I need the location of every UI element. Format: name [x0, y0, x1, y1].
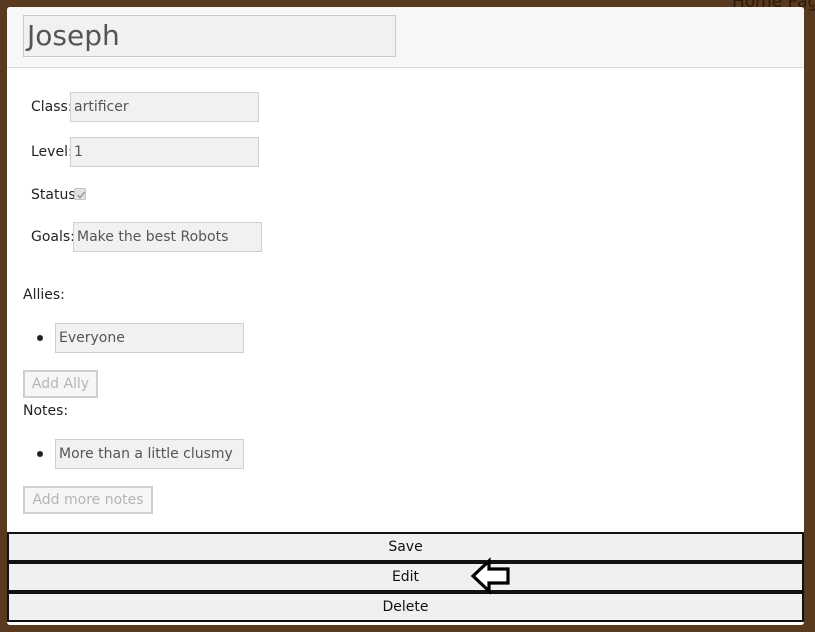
modal-header: Joseph: [7, 7, 804, 68]
character-name-input[interactable]: Joseph: [23, 15, 396, 57]
note-input[interactable]: More than a little clusmy: [55, 439, 244, 469]
character-modal: Joseph Class: artificer Level: 1 Status …: [7, 7, 804, 625]
left-arrow-icon: [470, 557, 510, 595]
level-label: Level:: [31, 144, 73, 160]
class-label: Class:: [31, 99, 73, 115]
ally-input[interactable]: Everyone: [55, 323, 244, 353]
add-more-notes-button[interactable]: Add more notes: [23, 486, 153, 514]
edit-button[interactable]: Edit: [7, 562, 804, 592]
notes-label: Notes:: [23, 403, 69, 419]
delete-button[interactable]: Delete: [7, 592, 804, 622]
goals-label: Goals:: [31, 229, 75, 245]
ally-bullet: [37, 335, 43, 341]
goals-input[interactable]: Make the best Robots: [73, 222, 262, 252]
status-checkbox[interactable]: [74, 188, 86, 200]
class-input[interactable]: artificer: [70, 92, 259, 122]
allies-label: Allies:: [23, 287, 65, 303]
level-input[interactable]: 1: [70, 137, 259, 167]
status-label: Status: [31, 187, 76, 203]
checkmark-icon: [76, 191, 86, 199]
save-button[interactable]: Save: [7, 532, 804, 562]
add-ally-button[interactable]: Add Ally: [23, 370, 98, 398]
note-bullet: [37, 451, 43, 457]
